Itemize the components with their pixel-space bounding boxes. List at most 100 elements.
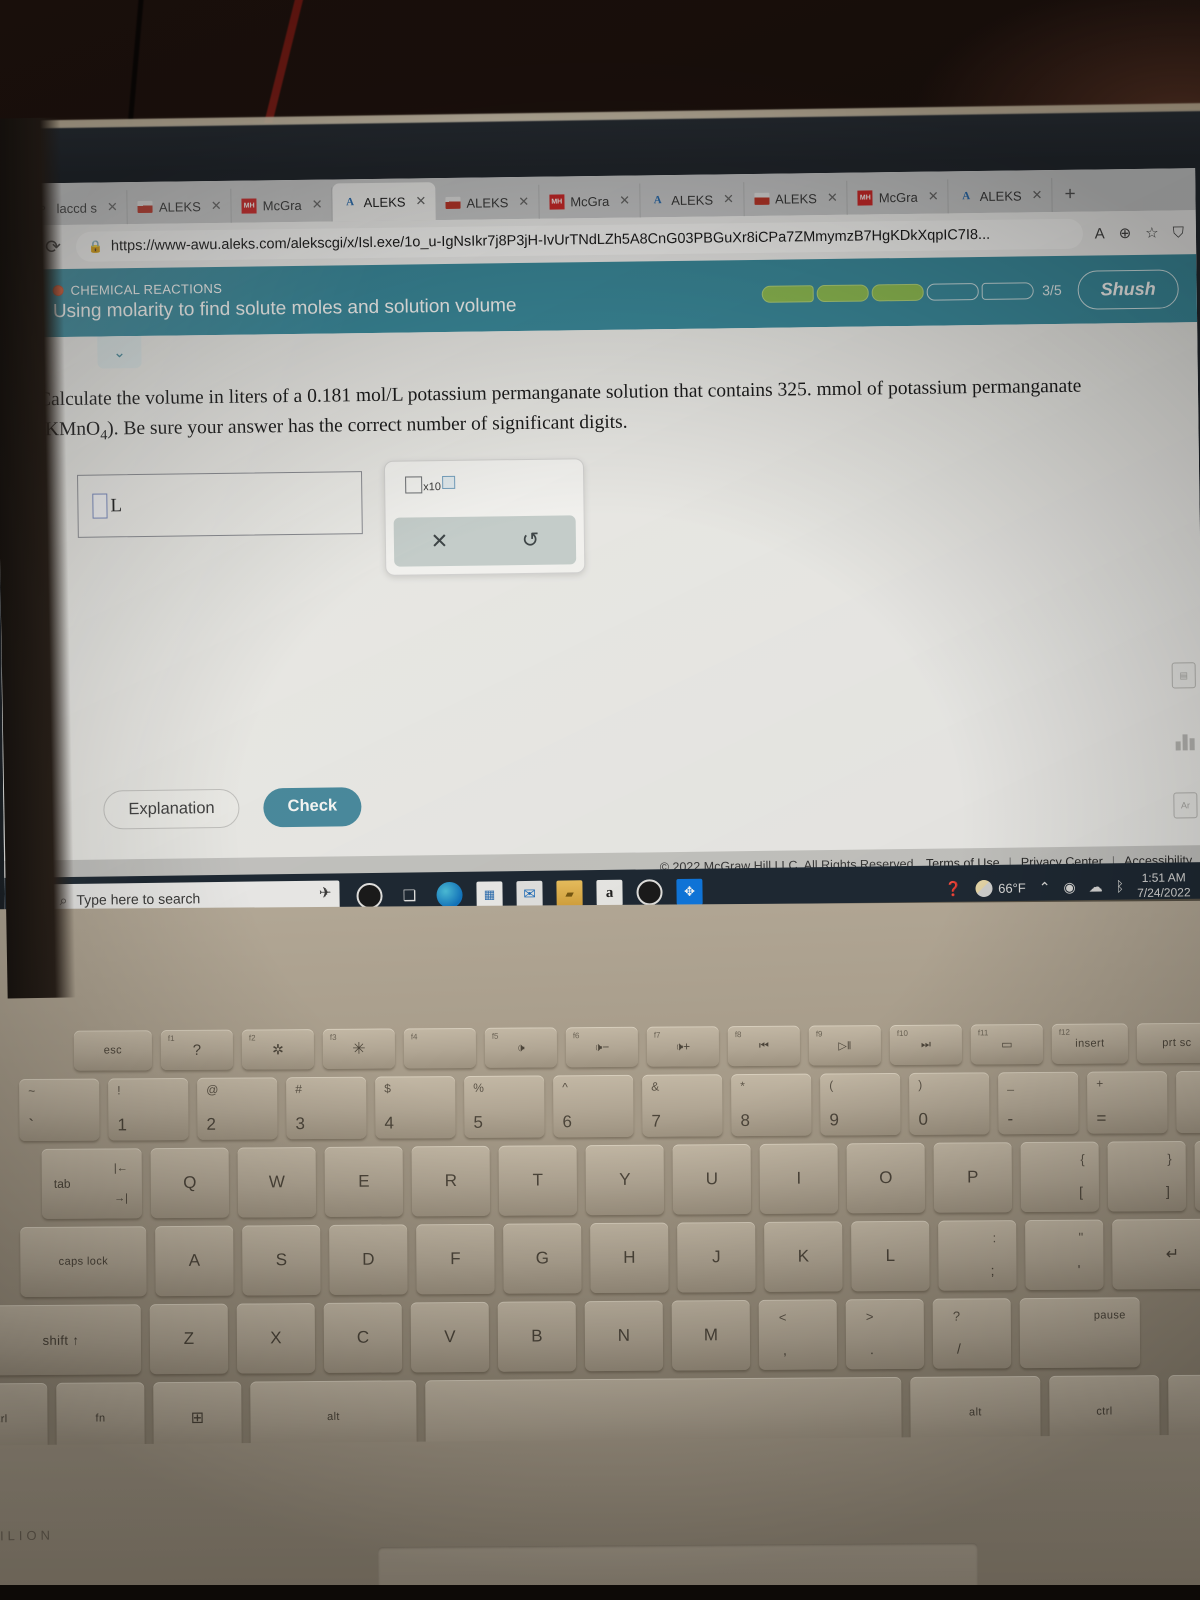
key-f2-brightness-down[interactable]: f2 ✲ [241, 1029, 315, 1070]
browser-tab[interactable]: MH McGra ✕ [231, 187, 333, 223]
browser-tab[interactable]: MH McGra ✕ [847, 179, 949, 215]
close-icon[interactable]: ✕ [1031, 187, 1042, 203]
key-h[interactable]: H [590, 1222, 669, 1294]
check-button[interactable]: Check [263, 787, 362, 828]
cloud-icon[interactable]: ☁ [1089, 878, 1103, 895]
chevron-down-icon[interactable]: ⌄ [97, 335, 142, 369]
key-2[interactable]: @2 [197, 1077, 278, 1140]
key-v[interactable]: V [410, 1301, 490, 1373]
key-w[interactable]: W [237, 1147, 317, 1218]
close-icon[interactable]: ✕ [928, 189, 939, 205]
answer-input[interactable]: L [77, 471, 363, 538]
key-comma[interactable]: <, [758, 1299, 838, 1370]
amazon-icon[interactable]: a [596, 879, 623, 907]
key-c[interactable]: C [323, 1302, 403, 1373]
close-icon[interactable]: ✕ [107, 199, 118, 215]
key-m[interactable]: M [671, 1299, 751, 1371]
show-hidden-icons-icon[interactable]: ⌃ [1039, 879, 1051, 896]
key-0[interactable]: ) 0 [909, 1072, 990, 1135]
url-bar[interactable]: 🔒 https://www-awu.aleks.com/alekscgi/x/I… [75, 218, 1083, 262]
key-f10-next[interactable]: f10 ⏭ [889, 1024, 963, 1066]
key-bracket-left[interactable]: {[ [1020, 1141, 1100, 1213]
key-p[interactable]: P [933, 1142, 1013, 1213]
star-add-icon[interactable]: ☆ [1145, 224, 1159, 242]
close-icon[interactable]: ✕ [415, 193, 426, 209]
key-t[interactable]: T [498, 1145, 578, 1216]
key-f[interactable]: F [416, 1223, 495, 1295]
key-f11[interactable]: f11 ▭ [970, 1023, 1044, 1065]
key-slash[interactable]: ? / [932, 1298, 1012, 1369]
key-backspace[interactable]: ← backspace [1176, 1070, 1200, 1134]
shush-button[interactable]: Shush [1077, 268, 1179, 310]
empty-answer-box[interactable] [92, 493, 108, 519]
key-x[interactable]: X [236, 1303, 316, 1374]
key-f5-mute[interactable]: f5 🕩 [484, 1027, 558, 1068]
taskbar-clock[interactable]: 1:51 AM 7/24/2022 [1137, 870, 1191, 901]
key-i[interactable]: I [759, 1143, 839, 1214]
key-5[interactable]: % 5 [464, 1075, 545, 1138]
key-7[interactable]: & 7 [642, 1074, 723, 1137]
key-quote[interactable]: " ' [1025, 1219, 1104, 1291]
key-9[interactable]: (9 [820, 1072, 901, 1136]
app-circle-icon[interactable] [636, 879, 663, 906]
key-1[interactable]: ! 1 [108, 1077, 189, 1141]
key-f8-previous[interactable]: f8 ⏮ [727, 1025, 801, 1067]
cortana-circle-icon[interactable] [356, 882, 383, 910]
file-explorer-icon[interactable]: ▰ [556, 880, 583, 907]
key-f6-volume-down[interactable]: f6 🕩− [565, 1026, 639, 1068]
key-tab[interactable]: tab |← →| [41, 1148, 143, 1219]
key-u[interactable]: U [672, 1143, 752, 1215]
browser-tab-active[interactable]: A ALEKS ✕ [332, 182, 436, 222]
key-r[interactable]: R [411, 1145, 491, 1217]
key-f3-brightness-up[interactable]: f3 ✳ [322, 1028, 396, 1069]
bluetooth-icon[interactable]: ᛒ [1116, 878, 1125, 894]
key-esc[interactable]: esc [73, 1030, 153, 1071]
key-g[interactable]: G [503, 1223, 582, 1294]
weather-widget[interactable]: 66°F [975, 879, 1026, 897]
key-s[interactable]: S [242, 1224, 321, 1296]
close-icon[interactable]: ✕ [518, 194, 529, 210]
key-print-screen[interactable]: prt sc [1136, 1022, 1200, 1064]
microsoft-store-icon[interactable]: ▦ [476, 881, 503, 908]
key-shift-left[interactable]: shift ↑ [0, 1304, 142, 1376]
read-aloud-icon[interactable]: A [1095, 225, 1105, 242]
bar-chart-icon[interactable] [1175, 730, 1195, 751]
key-a[interactable]: A [155, 1225, 234, 1297]
new-tab-button[interactable]: + [1052, 178, 1088, 212]
browser-tab[interactable]: A ALEKS ✕ [948, 178, 1053, 214]
zoom-icon[interactable]: ⊕ [1119, 224, 1132, 242]
help-question-icon[interactable]: ❓ [945, 880, 963, 897]
key-j[interactable]: J [677, 1221, 756, 1293]
browser-tab[interactable]: A ALEKS ✕ [639, 182, 745, 218]
key-period[interactable]: >. [845, 1298, 925, 1370]
record-circle-icon[interactable]: ◉ [1063, 878, 1075, 895]
browser-tab[interactable]: ALEKS ✕ [435, 184, 540, 221]
key-k[interactable]: K [764, 1221, 843, 1292]
close-icon[interactable]: ✕ [312, 197, 323, 213]
key-3[interactable]: #3 [286, 1076, 367, 1140]
key-n[interactable]: N [584, 1300, 664, 1372]
key-caps-lock[interactable]: caps lock [20, 1226, 147, 1298]
close-icon[interactable]: ✕ [619, 193, 630, 209]
key-d[interactable]: D [329, 1224, 408, 1295]
browser-tab[interactable]: ALEKS ✕ [743, 180, 849, 217]
key-semicolon[interactable]: :; [938, 1220, 1017, 1291]
key-q[interactable]: Q [150, 1147, 230, 1219]
edge-icon[interactable] [436, 881, 463, 909]
key-f4[interactable]: f4 [403, 1027, 477, 1069]
key-shift-right-pause[interactable]: pause [1019, 1297, 1141, 1369]
collections-icon[interactable]: ⛉ [1173, 224, 1184, 241]
key-minus[interactable]: _ - [998, 1071, 1079, 1135]
airplane-doodle-icon[interactable]: ✈ [319, 884, 332, 902]
key-8[interactable]: * 8 [731, 1073, 812, 1137]
key-y[interactable]: Y [585, 1144, 665, 1216]
key-f1[interactable]: f1? [160, 1029, 234, 1071]
key-equals[interactable]: + = [1087, 1071, 1168, 1134]
key-f12-insert[interactable]: f12 insert [1051, 1023, 1129, 1064]
key-b[interactable]: B [497, 1301, 577, 1372]
task-view-icon[interactable]: ❏ [396, 882, 422, 908]
key-l[interactable]: L [851, 1220, 930, 1292]
browser-tab[interactable]: ALEKS ✕ [127, 188, 232, 225]
key-f9-play-pause[interactable]: f9 ▷‖ [808, 1025, 882, 1066]
close-icon[interactable]: ✕ [723, 191, 734, 207]
